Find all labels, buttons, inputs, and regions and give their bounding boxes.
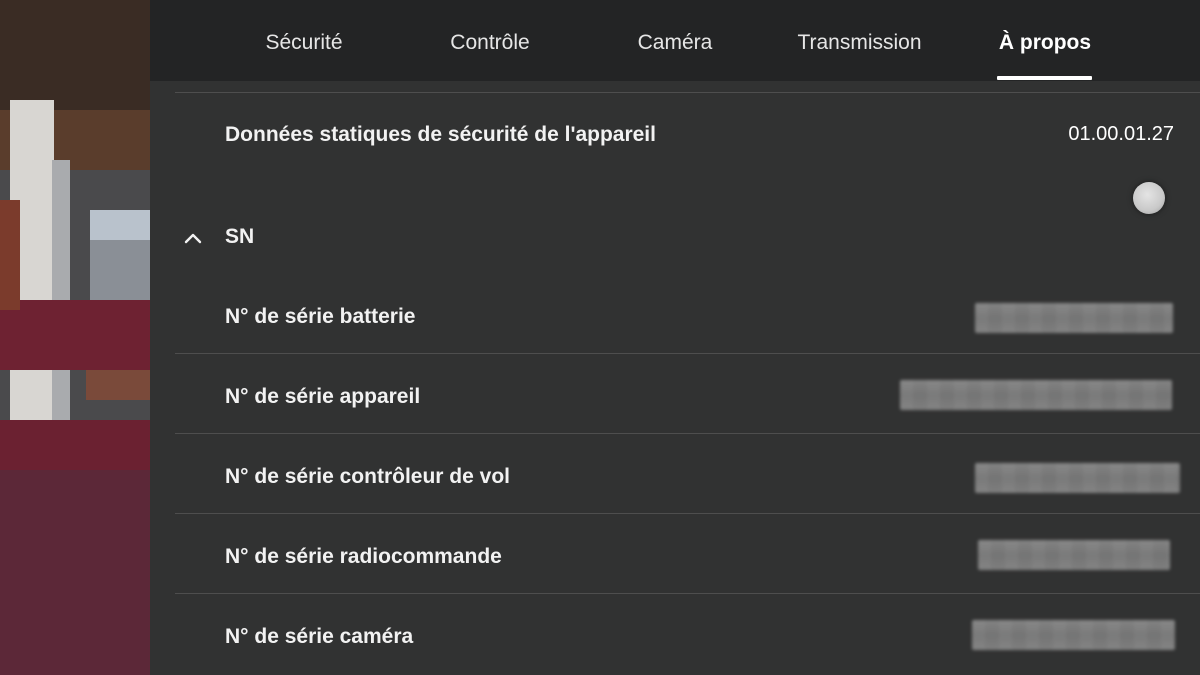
tab-transmission[interactable]: Transmission <box>782 27 937 59</box>
sn-remote-controller-value-redacted <box>978 540 1170 570</box>
tab-securite[interactable]: Sécurité <box>254 27 354 59</box>
settings-panel: Sécurité Contrôle Caméra Transmission À … <box>150 0 1200 675</box>
active-tab-indicator <box>997 76 1092 80</box>
divider <box>175 92 1200 93</box>
sn-remote-controller-label: N° de série radiocommande <box>225 545 502 568</box>
scroll-handle[interactable] <box>1133 182 1165 214</box>
divider <box>175 593 1200 594</box>
sn-battery-value-redacted <box>975 303 1173 333</box>
tab-bar: Sécurité Contrôle Caméra Transmission À … <box>150 0 1200 81</box>
sn-camera-label: N° de série caméra <box>225 625 414 648</box>
sn-battery-label: N° de série batterie <box>225 305 416 328</box>
sn-flight-controller-value-redacted <box>975 463 1180 493</box>
static-security-label: Données statiques de sécurité de l'appar… <box>225 123 656 146</box>
divider <box>175 353 1200 354</box>
sn-flight-controller-label: N° de série contrôleur de vol <box>225 465 510 488</box>
sn-aircraft-value-redacted <box>900 380 1172 410</box>
divider <box>175 513 1200 514</box>
sn-section-label: SN <box>225 225 255 248</box>
divider <box>175 433 1200 434</box>
chevron-up-icon[interactable] <box>182 227 204 249</box>
sn-aircraft-label: N° de série appareil <box>225 385 421 408</box>
tab-a-propos[interactable]: À propos <box>990 27 1100 59</box>
sn-camera-value-redacted <box>972 620 1175 650</box>
static-security-value: 01.00.01.27 <box>1068 123 1174 145</box>
tab-controle[interactable]: Contrôle <box>435 27 545 59</box>
tab-camera[interactable]: Caméra <box>625 27 725 59</box>
